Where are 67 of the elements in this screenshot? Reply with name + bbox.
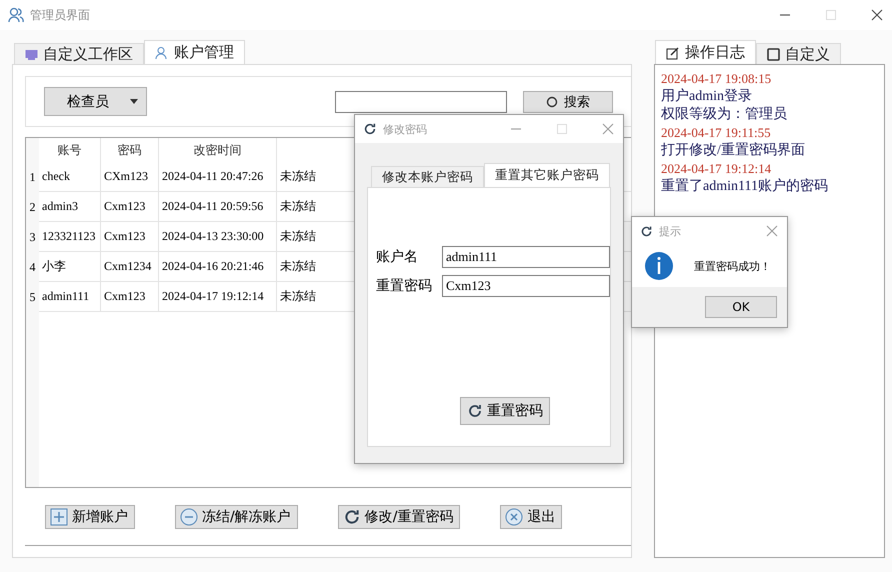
tab[interactable]: 自定义工作区 (14, 43, 144, 64)
row-number: 1 (28, 168, 36, 186)
table-cell: check (39, 162, 101, 191)
refresh-icon (467, 403, 483, 419)
table-cell: 2024-04-11 20:47:26 (159, 162, 277, 191)
table-cell: 2024-04-13 23:30:00 (159, 222, 277, 251)
table-cell: admin111 (39, 282, 101, 311)
search-button[interactable]: 搜索 (523, 90, 613, 112)
refresh-icon (640, 224, 653, 238)
row-number: 2 (28, 198, 36, 216)
input-field[interactable]: admin111 (442, 246, 610, 268)
monitor-icon (25, 48, 38, 60)
table-cell: 2024-04-11 20:59:56 (159, 192, 277, 221)
table-cell: 2024-04-16 20:21:46 (159, 252, 277, 281)
log-message: 重置了admin111账户的密码 (661, 178, 829, 196)
action-button[interactable]: 修改/重置密码 (338, 504, 460, 528)
row-number: 3 (28, 228, 36, 246)
log-time: 2024-04-17 19:08:15 (661, 70, 772, 88)
action-button[interactable]: 新增账户 (45, 504, 135, 528)
dialog-title: 修改密码 (383, 122, 428, 136)
log-message: 权限等级为：管理员 (661, 106, 788, 124)
tab[interactable]: 自定义 (756, 43, 841, 64)
log-message: 用户admin登录 (661, 88, 753, 106)
message-text: 重置密码成功！ (694, 258, 771, 274)
user-icon (155, 46, 169, 60)
log-time: 2024-04-17 19:12:14 (661, 160, 772, 178)
tab[interactable]: 账户管理 (144, 40, 245, 64)
table-cell: Cxm123 (101, 192, 159, 221)
minus-icon (180, 508, 198, 526)
search-icon (546, 96, 558, 108)
search-field[interactable] (335, 90, 507, 112)
tab[interactable]: 修改本账户密码 (371, 166, 484, 187)
refresh-icon (363, 122, 377, 136)
row-number: 5 (28, 288, 36, 306)
info-icon (644, 251, 674, 281)
table-cell: Cxm123 (101, 222, 159, 251)
table-cell: 2024-04-17 19:12:14 (159, 282, 277, 311)
reset-password-button[interactable]: 重置密码 (460, 397, 550, 425)
tab[interactable]: 操作日志 (655, 40, 756, 64)
window-title: 管理员界面 (30, 6, 91, 24)
input-field[interactable]: Cxm123 (442, 274, 610, 296)
role-dropdown[interactable]: 检查员 (44, 87, 147, 116)
table-cell: 小李 (39, 252, 101, 281)
column-header: 账号 (39, 138, 101, 162)
table-cell: Cxm1234 (101, 252, 159, 281)
refresh-icon (342, 508, 361, 526)
log-message: 打开修改/重置密码界面 (661, 142, 806, 160)
action-button[interactable]: 冻结/解冻账户 (175, 504, 298, 528)
app-icon (8, 7, 24, 23)
window-icon (767, 48, 780, 60)
tab[interactable]: 重置其它账户密码 (484, 163, 610, 187)
table-cell: Cxm123 (101, 282, 159, 311)
ok-button[interactable]: OK (705, 296, 777, 318)
dialog-title: 提示 (659, 224, 682, 238)
action-button[interactable]: 退出 (500, 504, 562, 528)
column-header: 密码 (101, 138, 159, 162)
close-icon[interactable] (870, 8, 884, 22)
column-header: 改密时间 (159, 138, 277, 162)
caret-icon (130, 99, 138, 104)
table-cell: CXm123 (101, 162, 159, 191)
row-number: 4 (28, 258, 36, 276)
plus-icon (50, 508, 68, 526)
table-cell: 123321123 (39, 222, 101, 251)
log-time: 2024-04-17 19:11:55 (661, 124, 772, 142)
close-circle-icon (505, 508, 524, 526)
edit-icon (666, 46, 680, 60)
table-cell: admin3 (39, 192, 101, 221)
